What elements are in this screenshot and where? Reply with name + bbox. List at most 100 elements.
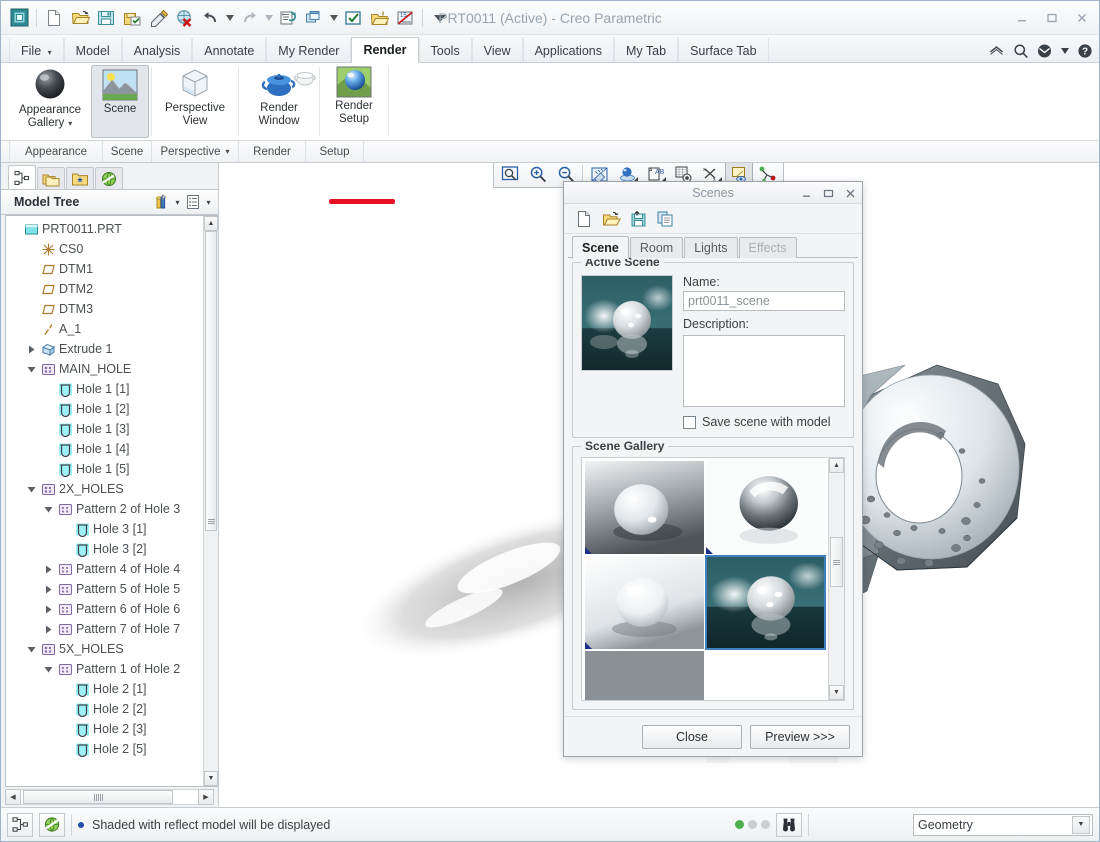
tree-row[interactable]: DTM1 <box>6 259 203 279</box>
dialog-minimize-icon[interactable] <box>798 185 814 201</box>
tree-expander-collapsed-icon[interactable] <box>44 585 57 594</box>
dialog-close-icon[interactable] <box>842 185 858 201</box>
save-scene-with-model-row[interactable]: Save scene with model <box>683 415 845 429</box>
tree-expander-collapsed-icon[interactable] <box>44 625 57 634</box>
tree-row[interactable]: Hole 3 [2] <box>6 539 203 559</box>
search-icon[interactable] <box>1012 42 1029 59</box>
gallery-scroll-track[interactable] <box>829 473 844 685</box>
model-tree-horizontal-scrollbar[interactable]: ◀ ▶ <box>1 787 218 807</box>
gallery-scroll-down-icon[interactable]: ▼ <box>829 685 844 700</box>
help-chevron-icon[interactable] <box>1060 42 1069 59</box>
tree-expander-expanded-icon[interactable] <box>27 485 40 494</box>
tree-row[interactable]: A_1 <box>6 319 203 339</box>
tree-settings-dropdown-icon[interactable]: ▾ <box>203 198 214 207</box>
web-browser-tab[interactable] <box>95 167 123 189</box>
preview-button[interactable]: Preview >>> <box>750 724 850 749</box>
minimize-icon[interactable] <box>1011 9 1033 27</box>
redo-icon[interactable] <box>237 6 261 30</box>
tree-row[interactable]: Hole 1 [2] <box>6 399 203 419</box>
tree-settings-button[interactable] <box>183 192 203 212</box>
model-tree-scroll-area[interactable]: PRT0011.PRT CS0 DTM1 DTM2 DTM3 A_1 Extrude 1 MA… <box>6 216 203 786</box>
ribbon-tab-annotate[interactable]: Annotate <box>192 38 267 62</box>
ribbon-tab-file[interactable]: File ▾ <box>9 38 64 62</box>
render-window-button[interactable]: Render Window <box>241 63 317 140</box>
folder-browser-tab[interactable] <box>37 167 65 189</box>
scene-thumb-4[interactable] <box>705 555 826 650</box>
tree-row[interactable]: Hole 2 [3] <box>6 719 203 739</box>
tree-row[interactable]: Hole 1 [1] <box>6 379 203 399</box>
tree-expander-collapsed-icon[interactable] <box>44 605 57 614</box>
browser-toggle-button[interactable] <box>39 812 65 837</box>
erase-icon[interactable] <box>146 6 170 30</box>
ribbon-tab-my-render[interactable]: My Render <box>266 38 352 62</box>
undo-dropdown-icon[interactable] <box>224 6 235 30</box>
new-scene-icon[interactable] <box>572 207 596 231</box>
tree-expander-expanded-icon[interactable] <box>27 645 40 654</box>
tree-row[interactable]: 5X_HOLES <box>6 639 203 659</box>
open-folder-icon[interactable] <box>367 6 391 30</box>
tree-expander-collapsed-icon[interactable] <box>27 345 40 354</box>
tree-row[interactable]: Hole 3 [1] <box>6 519 203 539</box>
scene-button[interactable]: Scene <box>91 65 149 138</box>
tree-row[interactable]: Hole 1 [5] <box>6 459 203 479</box>
no-hidden-icon[interactable]: 15 <box>393 6 417 30</box>
gallery-scroll-up-icon[interactable]: ▲ <box>829 458 844 473</box>
scroll-up-arrow-icon[interactable]: ▲ <box>204 216 218 231</box>
close-button[interactable]: Close <box>642 724 742 749</box>
hscroll-right-arrow-icon[interactable]: ▶ <box>198 789 214 805</box>
scene-name-input[interactable]: prt0011_scene <box>683 291 845 311</box>
tree-row[interactable]: Pattern 4 of Hole 4 <box>6 559 203 579</box>
tree-row[interactable]: MAIN_HOLE <box>6 359 203 379</box>
tree-row[interactable]: Hole 2 [5] <box>6 739 203 759</box>
tree-row[interactable]: Pattern 5 of Hole 5 <box>6 579 203 599</box>
maximize-icon[interactable] <box>1041 9 1063 27</box>
ribbon-tab-model[interactable]: Model <box>63 38 122 62</box>
scroll-thumb[interactable] <box>205 231 217 531</box>
ribbon-tab-render[interactable]: Render <box>351 37 419 63</box>
help-icon[interactable]: ? <box>1076 42 1093 59</box>
hscroll-thumb[interactable] <box>23 790 173 804</box>
scenes-dialog[interactable]: Scenes Scene Room Lights Effects Active … <box>563 181 863 757</box>
scene-thumb-3[interactable] <box>584 555 705 650</box>
selection-filter-dropdown-icon[interactable]: ▼ <box>1072 815 1090 834</box>
new-icon[interactable] <box>42 6 66 30</box>
tree-row[interactable]: Hole 1 [4] <box>6 439 203 459</box>
tree-row[interactable]: Hole 2 [1] <box>6 679 203 699</box>
window-list-icon[interactable] <box>302 6 326 30</box>
scene-thumb-6[interactable] <box>705 650 826 700</box>
tree-row[interactable]: PRT0011.PRT <box>6 219 203 239</box>
refit-icon[interactable] <box>496 163 524 186</box>
regenerate-icon[interactable] <box>276 6 300 30</box>
ribbon-tab-analysis[interactable]: Analysis <box>121 38 193 62</box>
redo-dropdown-icon[interactable] <box>263 6 274 30</box>
tree-row[interactable]: 2X_HOLES <box>6 479 203 499</box>
hscroll-left-arrow-icon[interactable]: ◀ <box>5 789 21 805</box>
selection-filter-select[interactable]: Geometry ▼ <box>913 813 1093 836</box>
help-center-icon[interactable] <box>1036 42 1053 59</box>
file-dropdown-icon[interactable]: ▾ <box>48 48 52 57</box>
tree-row[interactable]: Pattern 6 of Hole 6 <box>6 599 203 619</box>
tree-row[interactable]: Hole 2 [2] <box>6 699 203 719</box>
collapse-ribbon-icon[interactable] <box>988 42 1005 59</box>
active-scene-thumbnail[interactable] <box>581 275 673 371</box>
ribbon-tab-my-tab[interactable]: My Tab <box>613 38 679 62</box>
scene-thumb-5[interactable] <box>584 650 705 700</box>
tree-filters-dropdown-icon[interactable]: ▾ <box>172 198 183 207</box>
tab-scene[interactable]: Scene <box>572 236 629 259</box>
dialog-maximize-icon[interactable] <box>820 185 836 201</box>
open-icon[interactable] <box>68 6 92 30</box>
tree-expander-expanded-icon[interactable] <box>44 505 57 514</box>
select-items-icon[interactable] <box>341 6 365 30</box>
tree-row[interactable]: Pattern 2 of Hole 3 <box>6 499 203 519</box>
save-scene-with-model-checkbox[interactable] <box>683 415 696 429</box>
appearance-gallery-button[interactable]: Appearance Gallery ▾ <box>9 63 91 140</box>
ribbon-tab-tools[interactable]: Tools <box>418 38 472 62</box>
scene-gallery-scrollbar[interactable]: ▲ ▼ <box>828 458 844 700</box>
ribbon-tab-view[interactable]: View <box>471 38 523 62</box>
customize-qat-icon[interactable] <box>428 6 452 30</box>
perspective-group-dropdown-icon[interactable]: ▾ <box>226 147 230 156</box>
tree-row[interactable]: Pattern 1 of Hole 2 <box>6 659 203 679</box>
save-as-icon[interactable] <box>120 6 144 30</box>
window-list-dropdown-icon[interactable] <box>328 6 339 30</box>
render-setup-button[interactable]: Render Setup <box>322 63 386 140</box>
